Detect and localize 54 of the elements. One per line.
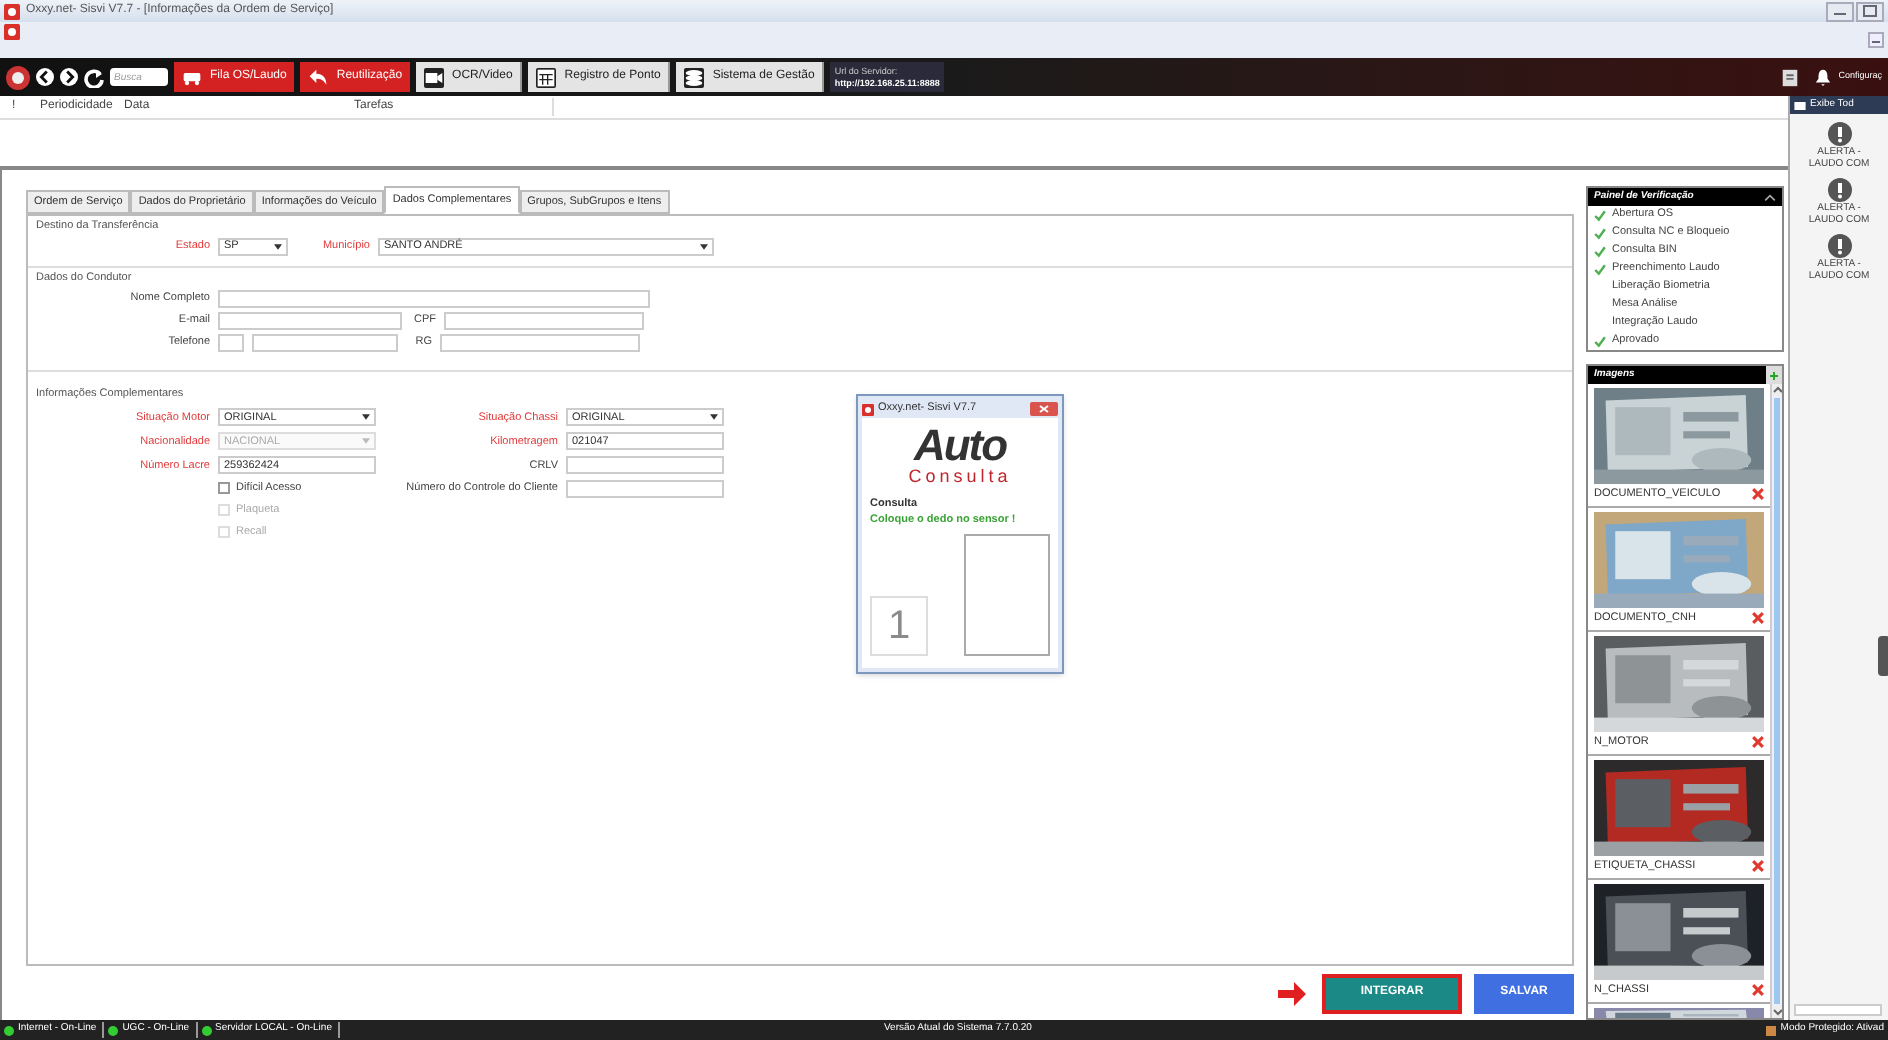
horizontal-scrollbar[interactable] (1794, 1004, 1882, 1016)
forward-icon[interactable] (60, 68, 78, 86)
home-icon[interactable] (6, 65, 30, 89)
input-field[interactable] (444, 311, 644, 329)
collapse-icon[interactable] (1764, 193, 1776, 201)
minimize-icon[interactable] (1868, 32, 1884, 48)
app-icon (4, 3, 20, 19)
bell-icon[interactable] (1814, 68, 1833, 86)
caret-icon (700, 243, 708, 250)
video-camera-icon (424, 67, 445, 87)
caret-icon (362, 438, 370, 445)
input-field[interactable] (218, 311, 402, 329)
status-dot-icon (108, 1025, 119, 1035)
fingerprint-area (964, 533, 1050, 655)
delete-icon[interactable] (1752, 860, 1764, 872)
delete-icon[interactable] (1752, 612, 1764, 624)
add-image-icon[interactable] (1766, 366, 1782, 384)
caret-icon (710, 414, 718, 421)
alert-icon[interactable] (1827, 122, 1851, 146)
side-handle-icon[interactable] (1878, 636, 1888, 676)
back-icon[interactable] (36, 68, 54, 86)
minimize-icon[interactable] (1826, 1, 1854, 21)
app-icon (4, 24, 20, 40)
status-dot-icon (4, 1025, 14, 1035)
database-icon (684, 67, 705, 87)
car-icon (182, 67, 202, 87)
mail-icon (1794, 101, 1806, 109)
input-field[interactable] (566, 456, 724, 475)
alert-icon[interactable] (1827, 234, 1851, 258)
logo-text: Consulta (908, 468, 1012, 486)
calendar-icon (536, 67, 557, 87)
delete-icon[interactable] (1752, 984, 1764, 996)
input-field[interactable] (566, 479, 724, 498)
input-field[interactable] (252, 333, 398, 351)
logo-text: Auto (913, 424, 1007, 468)
scrollbar-thumb[interactable] (1774, 398, 1780, 1004)
delete-icon[interactable] (1752, 488, 1764, 500)
close-icon[interactable] (1030, 402, 1058, 416)
scroll-down-icon[interactable] (1772, 1006, 1782, 1018)
notepad-icon[interactable] (1780, 67, 1801, 87)
scroll-up-icon[interactable] (1772, 384, 1782, 396)
return-arrow-icon (308, 67, 329, 87)
status-dot-icon (201, 1025, 212, 1035)
caret-icon (274, 243, 282, 250)
refresh-icon[interactable] (84, 67, 104, 87)
delete-icon[interactable] (1752, 736, 1764, 748)
caret-icon (362, 414, 370, 421)
arrow-icon (1278, 981, 1306, 1005)
input-field[interactable] (218, 333, 244, 351)
input-field[interactable] (440, 333, 640, 351)
input-field[interactable] (218, 289, 650, 307)
alert-icon[interactable] (1827, 178, 1851, 202)
restore-icon[interactable] (1856, 1, 1884, 21)
finger-number: 1 (870, 595, 928, 655)
